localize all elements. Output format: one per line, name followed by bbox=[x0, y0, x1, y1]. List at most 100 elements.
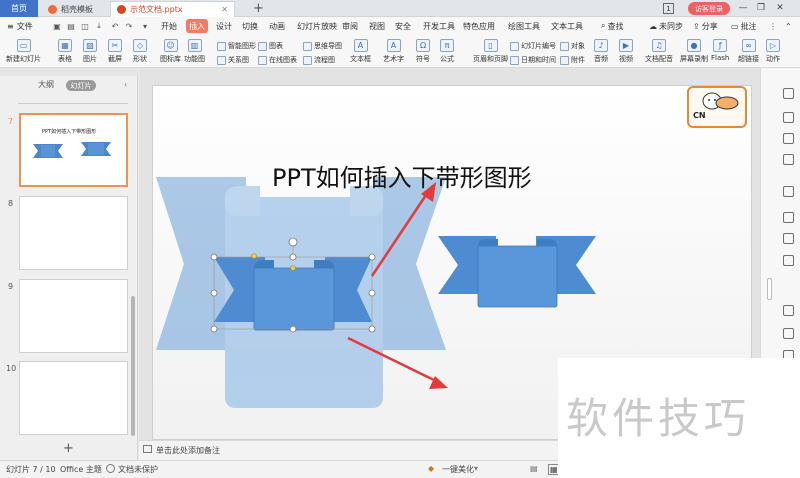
online-chart-button[interactable]: 在线图表 bbox=[258, 54, 297, 66]
protect-status[interactable]: 文档未保护 bbox=[118, 464, 158, 475]
menu-transition[interactable]: 切换 bbox=[239, 19, 261, 33]
icon-library-button[interactable]: ☺ 图标库 bbox=[160, 39, 181, 64]
screenshot-button[interactable]: ✂ 截屏 bbox=[108, 39, 122, 64]
doc-voice-button[interactable]: ♫ 文档配音 bbox=[645, 39, 673, 64]
logo-text: CN bbox=[693, 111, 706, 120]
replace-icon[interactable] bbox=[783, 133, 794, 144]
menu-review[interactable]: 审阅 bbox=[339, 19, 361, 33]
slide-number-button[interactable]: 幻灯片编号 bbox=[510, 40, 556, 52]
text-icon[interactable] bbox=[783, 305, 794, 316]
login-button[interactable]: 访客登录 bbox=[688, 2, 730, 15]
redo-icon[interactable]: ↷ bbox=[124, 21, 134, 31]
menu-animation[interactable]: 动画 bbox=[266, 19, 288, 33]
tab-slides[interactable]: 幻灯片 bbox=[66, 80, 96, 91]
more-menu-icon[interactable]: ⋮ bbox=[766, 19, 780, 33]
notes-placeholder[interactable]: 单击此处添加备注 bbox=[156, 445, 220, 456]
save-icon[interactable]: ▣ bbox=[52, 21, 62, 31]
menu-insert[interactable]: 插入 bbox=[186, 19, 208, 33]
menu-slideshow[interactable]: 幻灯片放映 bbox=[294, 19, 340, 33]
chart-icon[interactable] bbox=[783, 212, 794, 223]
print-icon[interactable]: ▤ bbox=[66, 21, 76, 31]
share-sidebar-icon[interactable] bbox=[783, 328, 794, 339]
relation-button[interactable]: 关系图 bbox=[217, 54, 249, 66]
right-ribbon-shape[interactable] bbox=[438, 236, 596, 308]
textbox-button[interactable]: A 文本框 bbox=[350, 39, 371, 64]
menu-dev-tools[interactable]: 开发工具 bbox=[420, 19, 458, 33]
animation-icon[interactable] bbox=[783, 255, 794, 266]
property-icon[interactable] bbox=[783, 186, 794, 197]
layout-icon[interactable] bbox=[783, 233, 794, 244]
canvas-scrollbar[interactable] bbox=[767, 278, 772, 300]
beautify-dropdown-icon[interactable]: ▾ bbox=[474, 464, 478, 473]
art-text-button[interactable]: A 艺术字 bbox=[383, 39, 404, 64]
video-button[interactable]: ▶ 视频 bbox=[619, 39, 633, 64]
menu-view[interactable]: 视图 bbox=[366, 19, 388, 33]
menu-start[interactable]: 开始 bbox=[158, 19, 180, 33]
panel-scrollbar[interactable] bbox=[131, 296, 135, 436]
dropdown-icon[interactable]: ▾ bbox=[140, 21, 150, 31]
document-tab-label: 示范文档.pptx bbox=[130, 5, 183, 14]
symbol-button[interactable]: Ω 符号 bbox=[416, 39, 430, 64]
attachment-button[interactable]: 附件 bbox=[560, 54, 585, 66]
smart-art-button[interactable]: 智能图形 bbox=[217, 40, 256, 52]
file-menu[interactable]: ≡ 文件 bbox=[4, 19, 36, 33]
action-button[interactable]: ▷ 动作 bbox=[766, 39, 780, 64]
menu-features[interactable]: 特色应用 bbox=[460, 19, 498, 33]
search-button[interactable]: ⌕ 查找 bbox=[598, 19, 626, 33]
formula-button[interactable]: π 公式 bbox=[440, 39, 454, 64]
hyperlink-button[interactable]: ∞ 超链接 bbox=[738, 39, 759, 64]
object-button[interactable]: 对象 bbox=[560, 40, 585, 52]
menu-draw-tools[interactable]: 绘图工具 bbox=[505, 19, 543, 33]
close-window-icon[interactable]: ✕ bbox=[773, 1, 787, 15]
hamburger-icon: ≡ bbox=[7, 21, 14, 31]
new-slide-icon: ▭ bbox=[16, 39, 31, 52]
close-tab-icon[interactable]: ✕ bbox=[221, 5, 228, 14]
tab-outline[interactable]: 大纲 bbox=[38, 79, 54, 90]
date-time-button[interactable]: 日期和时间 bbox=[510, 54, 556, 66]
audio-button[interactable]: ♪ 音频 bbox=[594, 39, 608, 64]
slide-thumbnail[interactable] bbox=[19, 361, 128, 435]
header-footer-icon: ▯ bbox=[483, 39, 498, 52]
sync-status[interactable]: ☁ 未同步 bbox=[646, 19, 686, 33]
menu-design[interactable]: 设计 bbox=[213, 19, 235, 33]
menu-security[interactable]: 安全 bbox=[392, 19, 414, 33]
rotate-handle[interactable] bbox=[288, 237, 298, 247]
slide-title[interactable]: PPT如何插入下带形图形 bbox=[272, 158, 532, 193]
header-footer-button[interactable]: ▯ 页眉和页脚 bbox=[473, 39, 508, 64]
slide-thumbnail[interactable] bbox=[19, 196, 128, 270]
shape-button[interactable]: ◇ 形状 bbox=[133, 39, 147, 64]
slide-thumbnail-active[interactable]: PPT如何插入下带形图形 bbox=[19, 113, 128, 187]
copy-icon[interactable] bbox=[783, 112, 794, 123]
home-tab[interactable]: 首页 bbox=[0, 0, 38, 17]
new-slide-button[interactable]: ▭ 新建幻灯片 bbox=[6, 39, 41, 64]
export-icon[interactable]: ⤓ bbox=[94, 21, 104, 31]
table-button[interactable]: ▦ 表格 bbox=[58, 39, 72, 64]
picture-button[interactable]: ▨ 图片 bbox=[83, 39, 97, 64]
beautify-button[interactable]: 一键美化 bbox=[442, 464, 474, 475]
menu-text-tools[interactable]: 文本工具 bbox=[548, 19, 586, 33]
collapse-ribbon-icon[interactable]: ⌃ bbox=[782, 19, 795, 33]
maximize-icon[interactable]: ❐ bbox=[754, 1, 768, 15]
minimize-icon[interactable]: — bbox=[736, 1, 750, 15]
preview-icon[interactable]: ◫ bbox=[80, 21, 90, 31]
theme-name[interactable]: Office 主题 bbox=[60, 464, 102, 475]
chart-button[interactable]: 图表 bbox=[258, 40, 283, 52]
document-tab[interactable]: 示范文档.pptx ✕ bbox=[110, 1, 235, 17]
collapse-panel-icon[interactable]: ‹ bbox=[124, 80, 127, 89]
template-tab[interactable]: 稻壳模板 bbox=[42, 1, 100, 17]
mind-map-button[interactable]: 思维导图 bbox=[303, 40, 342, 52]
share-button[interactable]: ⇪ 分享 bbox=[690, 19, 721, 33]
screen-record-button[interactable]: ● 屏幕录制 bbox=[680, 39, 708, 64]
undo-icon[interactable]: ↶ bbox=[110, 21, 120, 31]
view-normal-icon[interactable]: ▤ bbox=[530, 464, 538, 473]
add-slide-button[interactable]: + bbox=[63, 441, 74, 456]
star-icon[interactable] bbox=[783, 154, 794, 165]
slide-thumbnail[interactable] bbox=[19, 279, 128, 353]
select-icon[interactable] bbox=[783, 88, 794, 99]
comment-button[interactable]: ▭ 批注 bbox=[728, 19, 760, 33]
function-chart-button[interactable]: ▥ 功能图 bbox=[184, 39, 205, 64]
flash-button[interactable]: ƒ Flash bbox=[711, 39, 729, 62]
flow-chart-button[interactable]: 流程图 bbox=[303, 54, 335, 66]
new-tab-button[interactable]: + bbox=[253, 1, 264, 16]
mind-map-label: 思维导图 bbox=[314, 42, 342, 50]
